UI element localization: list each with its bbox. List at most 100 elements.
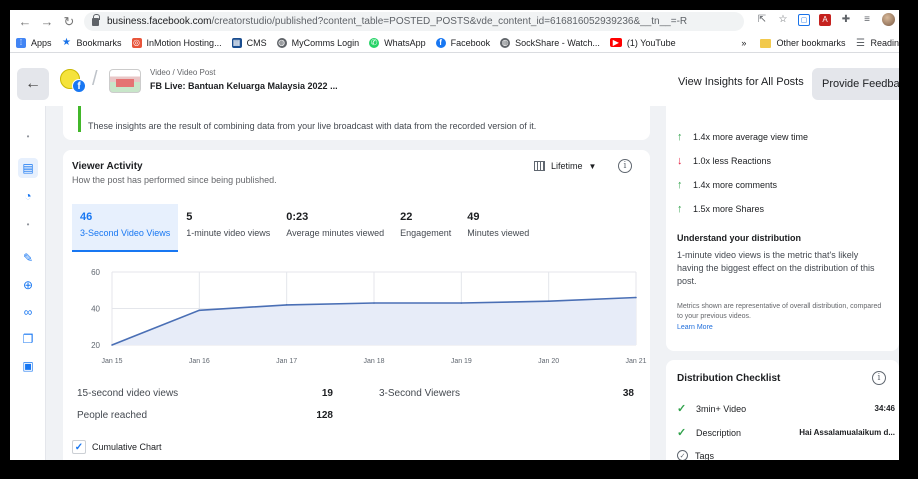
chart-area	[112, 297, 636, 345]
metric-tab-3-second-views[interactable]: 46 3-Second Video Views	[72, 204, 179, 252]
link-icon[interactable]: ∞	[18, 302, 38, 322]
metric-tabs: 46 3-Second Video Views 5 1-minute video…	[72, 204, 537, 252]
comparison-row: ↓ 1.0x less Reactions	[677, 155, 771, 167]
bookmark-star-icon[interactable]: ☆	[777, 14, 789, 26]
bookmark-mycomms[interactable]: ◍ MyComms Login	[276, 37, 359, 48]
viewer-activity-card: Viewer Activity How the post has perform…	[63, 150, 650, 460]
metric-tab-1-minute-views[interactable]: 5 1-minute video views	[178, 204, 278, 252]
metric-value: 0:23	[286, 211, 309, 223]
rail-dot: •	[26, 131, 30, 141]
comparison-text: 1.0x less Reactions	[693, 156, 772, 166]
apps-grid-icon: ⁞	[16, 37, 26, 48]
cumulative-checkbox[interactable]: ✓	[72, 440, 86, 454]
metric-tab-minutes-viewed[interactable]: 49 Minutes viewed	[459, 204, 537, 252]
bookmark-label: Apps	[31, 37, 52, 48]
bookmark-whatsapp[interactable]: ✆ WhatsApp	[369, 37, 426, 48]
metric-tab-average-minutes[interactable]: 0:23 Average minutes viewed	[278, 204, 392, 252]
puzzle-icon[interactable]: ✚	[840, 14, 852, 26]
distribution-checklist-card: Distribution Checklist i ✓ 3min+ Video 3…	[666, 360, 899, 460]
bookmark-cms[interactable]: ▦ CMS	[231, 37, 267, 48]
chart-y-tick-label: 20	[91, 341, 100, 350]
distribution-text: 1-minute video views is the metric that'…	[677, 250, 875, 286]
chart-point	[373, 302, 375, 304]
bookmark-bookmarks[interactable]: ★ Bookmarks	[62, 37, 122, 48]
arrow-up-icon: ↑	[677, 179, 683, 191]
info-icon[interactable]: i	[618, 159, 632, 173]
bookmarks-overflow-button[interactable]: »	[741, 38, 746, 48]
range-dropdown[interactable]: Lifetime ▼	[534, 161, 596, 171]
palette-icon[interactable]: ◔	[18, 186, 38, 206]
metric-value: 49	[467, 211, 480, 223]
comparison-row: ↑ 1.4x more comments	[677, 179, 777, 191]
arrow-down-icon: ↓	[677, 155, 683, 167]
video-thumbnail[interactable]	[109, 69, 141, 93]
chart-x-tick-label: Jan 16	[189, 358, 210, 365]
layout-icon[interactable]: ▣	[18, 356, 38, 376]
people-reached-label: People reached	[77, 410, 148, 421]
profile-avatar[interactable]	[882, 13, 895, 26]
comparison-row: ↑ 1.4x more average view time	[677, 131, 808, 143]
browser-window: ← → ↻ business.facebook.com/creatorstudi…	[10, 10, 899, 460]
post-title: FB Live: Bantuan Keluarga Malaysia 2022 …	[150, 81, 338, 91]
viewer-activity-subtitle: How the post has performed since being p…	[72, 175, 277, 185]
info-icon[interactable]: i	[872, 371, 886, 385]
reading-list-icon[interactable]: ≡	[861, 14, 873, 26]
forward-arrow-icon[interactable]: →	[38, 13, 56, 31]
back-arrow-icon[interactable]: ←	[16, 13, 34, 31]
reload-icon[interactable]: ↻	[60, 13, 78, 31]
provide-feedback-button[interactable]: Provide Feedback	[812, 68, 899, 100]
facebook-icon: f	[435, 37, 446, 48]
page-avatar[interactable]: f	[60, 69, 86, 95]
fifteen-second-views-value: 19	[321, 388, 333, 399]
posts-icon[interactable]: ▤	[18, 158, 38, 178]
page-header: ← f / Video / Video Post FB Live: Bantua…	[10, 64, 899, 106]
metric-tab-engagement[interactable]: 22 Engagement	[392, 204, 459, 252]
cumulative-chart-toggle[interactable]: ✓ Cumulative Chart	[72, 440, 162, 454]
three-second-viewers-label: 3-Second Viewers	[379, 388, 460, 399]
bookmark-sockshare[interactable]: ◍ SockShare - Watch...	[500, 37, 600, 48]
reading-list[interactable]: ☰ Readin	[855, 38, 899, 49]
learn-more-link[interactable]: Learn More	[677, 324, 713, 331]
pdf-extension-icon[interactable]: A	[819, 13, 831, 26]
share-icon[interactable]: ⇱	[756, 14, 768, 26]
metric-label: 3-Second Video Views	[80, 228, 171, 238]
chart-point	[547, 300, 550, 302]
bookmark-facebook[interactable]: f Facebook	[435, 37, 490, 48]
checklist-value: Hai Assalamualaikum d...	[799, 428, 895, 437]
arrow-up-icon: ↑	[677, 203, 683, 215]
checklist-item: ✓ 3min+ Video 34:46	[677, 402, 895, 415]
calendar-icon	[534, 161, 545, 171]
back-button[interactable]: ←	[17, 68, 49, 100]
copy-icon[interactable]: ❐	[18, 329, 38, 349]
comparison-text: 1.5x more Shares	[693, 204, 765, 214]
pencil-icon[interactable]: ✎	[18, 248, 38, 268]
bookmark-inmotion[interactable]: ◎ InMotion Hosting...	[131, 37, 222, 48]
cumulative-label: Cumulative Chart	[92, 442, 162, 452]
chart-x-tick-label: Jan 17	[276, 358, 297, 365]
url-host: business.facebook.com	[107, 16, 212, 27]
extension-icon[interactable]: ▢	[798, 13, 810, 26]
breadcrumb[interactable]: Video / Video Post	[150, 68, 216, 77]
lock-icon	[92, 13, 100, 26]
range-label: Lifetime	[551, 161, 583, 171]
extensions-area: ⇱ ☆ ▢ A ✚ ≡	[756, 13, 895, 26]
fifteen-second-views-label: 15-second video views	[77, 388, 179, 399]
bookmark-youtube[interactable]: ▶ (1) YouTube	[609, 38, 676, 48]
bookmarks-bar: ⁞ Apps ★ Bookmarks ◎ InMotion Hosting...…	[10, 33, 899, 53]
chart-point	[635, 296, 637, 299]
view-insights-link[interactable]: View Insights for All Posts	[678, 76, 804, 88]
add-circle-icon[interactable]: ⊕	[18, 275, 38, 295]
chart-point	[460, 302, 463, 304]
checklist-title: Distribution Checklist	[677, 373, 781, 384]
inmotion-icon: ◎	[131, 37, 142, 48]
whatsapp-icon: ✆	[369, 37, 380, 48]
bookmark-apps[interactable]: ⁞ Apps	[16, 37, 52, 48]
caret-down-icon: ▼	[588, 161, 597, 171]
metric-label: 1-minute video views	[186, 228, 271, 238]
distribution-title: Understand your distribution	[677, 233, 802, 243]
url-path: /creatorstudio/published?content_table=P…	[211, 16, 688, 27]
youtube-icon: ▶	[609, 38, 622, 47]
left-rail: • ▤ ◔ • ✎ ⊕ ∞ ❐ ▣	[10, 106, 46, 460]
url-bar[interactable]: business.facebook.com/creatorstudio/publ…	[84, 12, 744, 31]
other-bookmarks[interactable]: Other bookmarks	[760, 38, 845, 48]
